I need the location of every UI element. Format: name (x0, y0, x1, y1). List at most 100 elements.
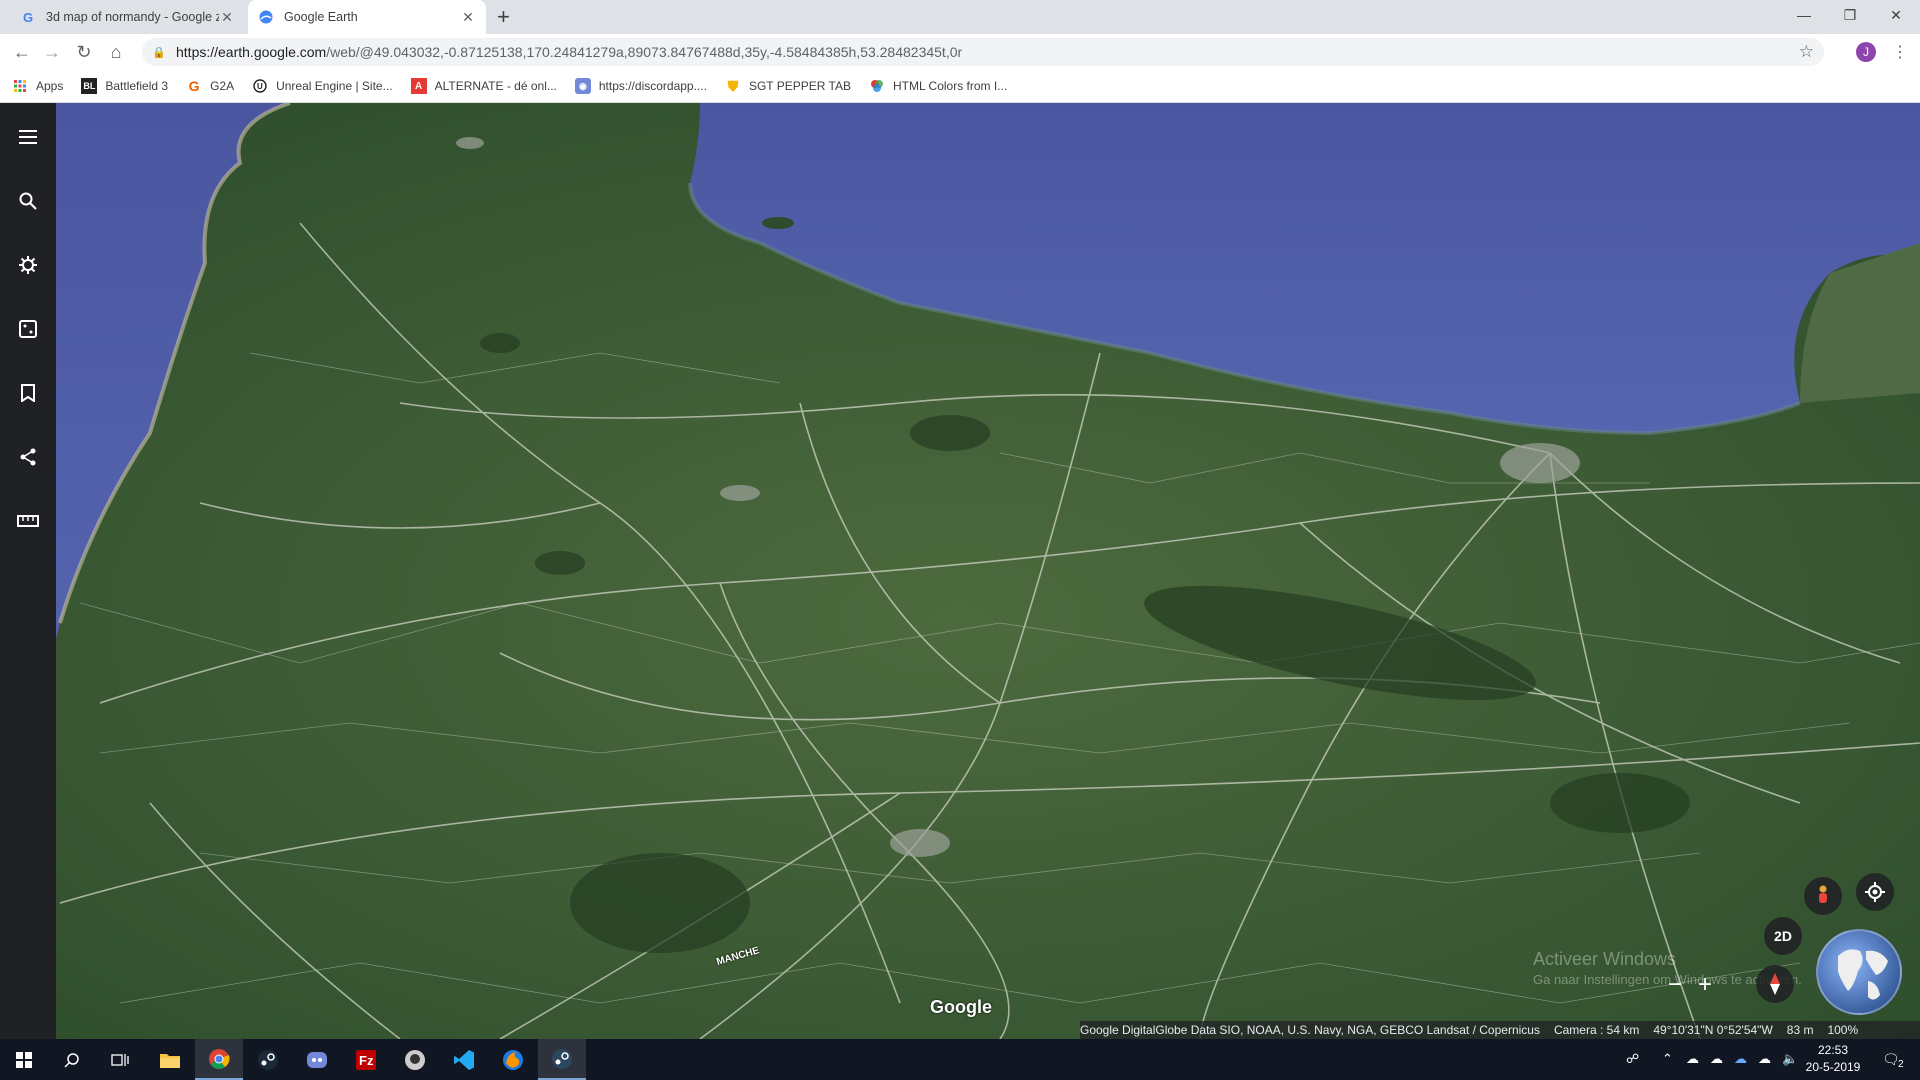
bookmark-star-icon[interactable]: ☆ (1799, 42, 1814, 62)
steam-icon[interactable] (244, 1039, 292, 1080)
search-icon[interactable] (48, 1039, 96, 1080)
shield-icon: ⛊ (727, 77, 739, 94)
chevron-up-icon[interactable]: ⌃ (1662, 1051, 1673, 1067)
network-icon[interactable]: ☁ (1758, 1051, 1771, 1067)
alternate-icon: A (410, 78, 427, 94)
tab-google-earth[interactable]: Google Earth ✕ (248, 0, 486, 34)
globe-navigator-icon[interactable] (1816, 929, 1902, 1015)
svg-text:U: U (257, 82, 263, 91)
cloud-icon[interactable]: ☁ (1686, 1051, 1699, 1067)
bookmark-unreal[interactable]: U Unreal Engine | Site... (252, 78, 393, 94)
browser-toolbar: ← → ↻ ⌂ 🔒 https://earth.google.com/web/@… (0, 34, 1920, 70)
bookmark-sgt-pepper[interactable]: ⛊ SGT PEPPER TAB (725, 78, 851, 94)
restore-button[interactable]: ❐ (1827, 0, 1873, 30)
unreal-icon: U (252, 78, 268, 94)
discord-icon: ◉ (574, 78, 591, 94)
new-tab-button[interactable]: + (497, 5, 510, 29)
onedrive-icon[interactable]: ☁ (1710, 1051, 1723, 1067)
google-logo: Google (930, 997, 992, 1017)
tab-title: Google Earth (284, 10, 358, 24)
bookmark-apps[interactable]: Apps (12, 78, 63, 94)
bookmark-label: SGT PEPPER TAB (748, 79, 851, 93)
vscode-icon[interactable] (440, 1039, 488, 1080)
profile-avatar[interactable]: J (1856, 42, 1876, 62)
task-view-icon[interactable] (96, 1039, 144, 1080)
minimize-button[interactable]: — (1781, 0, 1827, 30)
bookmark-label: https://discordapp.... (598, 79, 707, 93)
earth-status-bar: Google DigitalGlobe Data SIO, NOAA, U.S.… (1080, 1021, 1920, 1039)
bookmark-discord[interactable]: ◉ https://discordapp.... (574, 78, 707, 94)
share-icon[interactable] (16, 445, 40, 469)
bookmarks-bar: Apps BL Battlefield 3 G G2A U Unreal Eng… (0, 70, 1920, 103)
cursor-coordinates: 49°10'31"N 0°52'54"W (1653, 1023, 1773, 1037)
taskbar-clock[interactable]: 22:53 20-5-2019 (1798, 1042, 1868, 1076)
bookmark-label: Apps (36, 79, 64, 93)
back-icon[interactable]: ← (10, 40, 34, 64)
tab-title: 3d map of normandy - Google zo (46, 10, 219, 24)
bookmark-g2a[interactable]: G G2A (186, 78, 234, 94)
tab-strip: G 3d map of normandy - Google zo ✕ Googl… (0, 0, 1920, 34)
colors-icon (869, 78, 885, 94)
bookmark-label: ALTERNATE - dé onl... (434, 79, 557, 93)
tab-normandy-search[interactable]: G 3d map of normandy - Google zo ✕ (10, 0, 245, 34)
clock-date: 20-5-2019 (1805, 1060, 1861, 1074)
onedrive-business-icon[interactable]: ☁ (1734, 1051, 1747, 1067)
windows-taskbar: Fz ☍ ⌃ ☁ ☁ ☁ ☁ 🔈 22:53 20-5-2019 🗨 2 (0, 1039, 1920, 1080)
zoom-in-icon[interactable]: + (1698, 971, 1712, 999)
chrome-menu-icon[interactable]: ⋮ (1892, 42, 1908, 62)
bookmark-battlefield[interactable]: BL Battlefield 3 (81, 78, 168, 94)
feeling-lucky-icon[interactable] (16, 317, 40, 341)
attribution-text: Google DigitalGlobe Data SIO, NOAA, U.S.… (1080, 1023, 1540, 1037)
zoom-out-icon[interactable]: − (1668, 971, 1682, 999)
earth-icon (258, 9, 274, 25)
compass-icon[interactable] (1756, 965, 1794, 1003)
close-window-button[interactable]: ✕ (1873, 0, 1919, 30)
menu-icon[interactable] (16, 125, 40, 149)
toggle-2d-button[interactable]: 2D (1764, 917, 1802, 955)
discord-icon[interactable] (293, 1039, 341, 1080)
home-icon[interactable]: ⌂ (104, 40, 128, 64)
measure-icon[interactable] (16, 509, 40, 533)
file-explorer-icon[interactable] (146, 1039, 194, 1080)
windows-start-icon[interactable] (0, 1039, 48, 1080)
bookmark-html-colors[interactable]: HTML Colors from I... (869, 78, 1007, 94)
projects-icon[interactable] (16, 381, 40, 405)
voyager-icon[interactable] (16, 253, 40, 277)
github-icon[interactable] (391, 1039, 439, 1080)
bookmark-label: G2A (210, 79, 235, 93)
windows-activation-title: Activeer Windows (1533, 949, 1677, 969)
bookmark-label: HTML Colors from I... (892, 79, 1008, 93)
google-g-icon: G (22, 9, 34, 25)
search-icon[interactable] (16, 189, 40, 213)
bookmark-label: Unreal Engine | Site... (276, 79, 393, 93)
zoom-controls: − + (1668, 971, 1712, 999)
clock-time: 22:53 (1817, 1043, 1849, 1057)
close-tab-icon[interactable]: ✕ (460, 9, 476, 26)
svg-text:Fz: Fz (359, 1053, 374, 1068)
url-text[interactable]: https://earth.google.com/web/@49.043032,… (176, 44, 962, 60)
forward-icon[interactable]: → (40, 40, 64, 64)
bookmark-alternate[interactable]: A ALTERNATE - dé onl... (410, 78, 557, 94)
reload-icon[interactable]: ↻ (72, 40, 96, 64)
people-icon[interactable]: ☍ (1626, 1051, 1639, 1067)
notification-count: 2 (1898, 1059, 1904, 1070)
volume-icon[interactable]: 🔈 (1782, 1051, 1798, 1067)
camera-distance: Camera : 54 km (1553, 1023, 1640, 1037)
firefox-icon[interactable] (489, 1039, 537, 1080)
earth-viewport[interactable]: MANCHE Google Activeer Windows Ga naar I… (0, 103, 1920, 1039)
steam-running-icon[interactable] (538, 1039, 586, 1080)
bookmark-label: Battlefield 3 (105, 79, 169, 93)
close-tab-icon[interactable]: ✕ (219, 9, 235, 26)
g2a-icon: G (188, 78, 200, 94)
pegman-icon[interactable] (1804, 877, 1842, 915)
chrome-icon[interactable] (195, 1039, 243, 1080)
lock-icon: 🔒 (152, 46, 166, 59)
address-bar[interactable]: 🔒 https://earth.google.com/web/@49.04303… (142, 38, 1824, 66)
render-progress: 100% (1827, 1023, 1859, 1037)
satellite-map[interactable] (0, 103, 1920, 1039)
apps-grid-icon (12, 78, 28, 94)
altitude-readout: 83 m (1786, 1023, 1814, 1037)
my-location-icon[interactable] (1856, 873, 1894, 911)
earth-side-rail (0, 103, 56, 1039)
filezilla-icon[interactable]: Fz (342, 1039, 390, 1080)
